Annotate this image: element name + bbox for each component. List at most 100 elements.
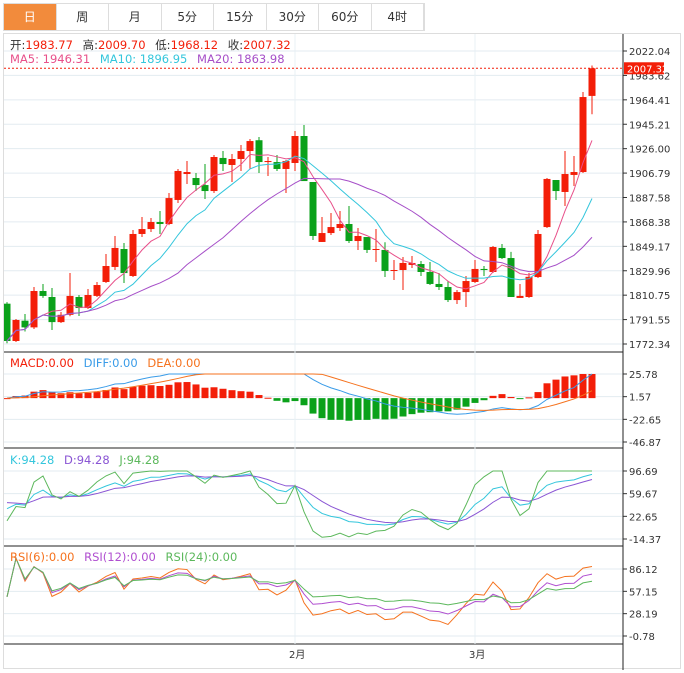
candle-body [138,229,146,234]
tab-1[interactable]: 周 [57,4,109,30]
macd-bar [516,398,524,400]
dea-value: DEA:0.00 [147,356,201,370]
candle [309,181,317,240]
ma20-line [6,177,593,342]
close-label: 收: [227,38,244,52]
tab-2[interactable]: 月 [109,4,162,30]
candle [462,275,470,307]
tab-5[interactable]: 30分 [267,4,319,30]
candle [147,218,155,232]
candle [345,206,353,244]
tab-0[interactable]: 日 [4,4,57,30]
period-tabs: 日周月 5分 15分 30分 60分 4时 [3,3,425,31]
candle-body [372,249,380,251]
macd-bar [282,398,290,403]
macd-bar [309,398,317,414]
candle [444,281,452,303]
candle-body [336,224,344,228]
low-value: 1968.12 [170,38,219,52]
d-value: D:94.28 [64,453,110,467]
macd-legend: MACD:0.00 DIFF:0.00 DEA:0.00 [10,356,207,370]
macd-bar [363,398,371,420]
rsi24-line [6,556,593,606]
candle [120,243,128,284]
candle [471,260,479,284]
candle-body [570,172,578,175]
candle [588,65,596,115]
candle [138,216,146,238]
ma10-value: MA10: 1896.95 [99,52,188,66]
macd-bar [570,375,578,399]
candle [318,216,326,242]
ma-legend: MA5: 1946.31 MA10: 1896.95 MA20: 1863.98 [10,52,291,66]
candle [543,178,551,228]
price-tick-label: 1772.34 [629,340,670,351]
high-label: 高: [82,38,98,52]
candle [399,256,407,290]
macd-bar [93,392,101,399]
macd-bar [165,384,173,399]
macd-bar [525,397,533,399]
tab-6[interactable]: 60分 [319,4,372,30]
candle [183,160,191,184]
candle [84,289,92,309]
price-tick-label: 1906.79 [629,169,670,180]
candle-body [327,227,335,234]
candle-body [390,270,398,272]
ma5-line [6,140,593,342]
macd-bar [84,392,92,399]
candle [372,229,380,263]
candle-body [147,222,155,230]
candle [300,124,308,182]
candle-body [489,247,497,272]
candle-body [210,157,218,192]
candle-body [219,157,227,165]
candle-body [174,170,182,200]
tab-3[interactable]: 5分 [162,4,214,30]
candle-body [93,285,101,296]
candle-body [588,68,596,96]
rsi-legend: RSI(6):0.00 RSI(12):0.00 RSI(24):0.00 [10,550,243,564]
rsi-tick-label: 57.15 [629,587,658,598]
kdj-tick-label: 22.65 [629,512,658,523]
candle [102,254,110,284]
price-tick-label: 1810.75 [629,291,670,302]
candle [516,283,524,298]
macd-bar [129,386,137,399]
candle [129,229,137,278]
candle [327,212,335,236]
macd-bar [471,398,479,403]
candle [228,153,236,182]
candle [174,168,182,204]
candle-body [399,262,407,271]
candle [111,235,119,271]
tab-7[interactable]: 4时 [372,4,424,30]
candle [489,245,497,274]
macd-bar [75,393,83,399]
macd-bar [237,391,245,399]
rsi6-value: RSI(6):0.00 [10,550,75,564]
macd-bar [444,398,452,412]
candle-body [516,295,524,298]
candle-body [471,268,479,282]
price-tick-label: 1849.17 [629,242,670,253]
tab-4[interactable]: 15分 [214,4,267,30]
macd-tick-label: -46.87 [629,438,661,449]
candle [39,283,47,298]
macd-bar [489,395,497,399]
candle [390,260,398,280]
macd-bar [390,398,398,419]
candle-body [579,97,587,173]
macd-bar [354,398,362,420]
price-tick-label: 1964.41 [629,96,670,107]
candle-body [192,178,200,186]
macd-bar [264,397,272,399]
candle [552,180,560,200]
candle-body [444,287,452,301]
macd-tick-label: 25.78 [629,370,658,381]
last-price-label: 2007.32 [627,64,668,75]
candle-body [156,222,164,225]
macd-bar [462,398,470,407]
price-tick-label: 1926.00 [629,145,670,156]
macd-bar [561,376,569,399]
